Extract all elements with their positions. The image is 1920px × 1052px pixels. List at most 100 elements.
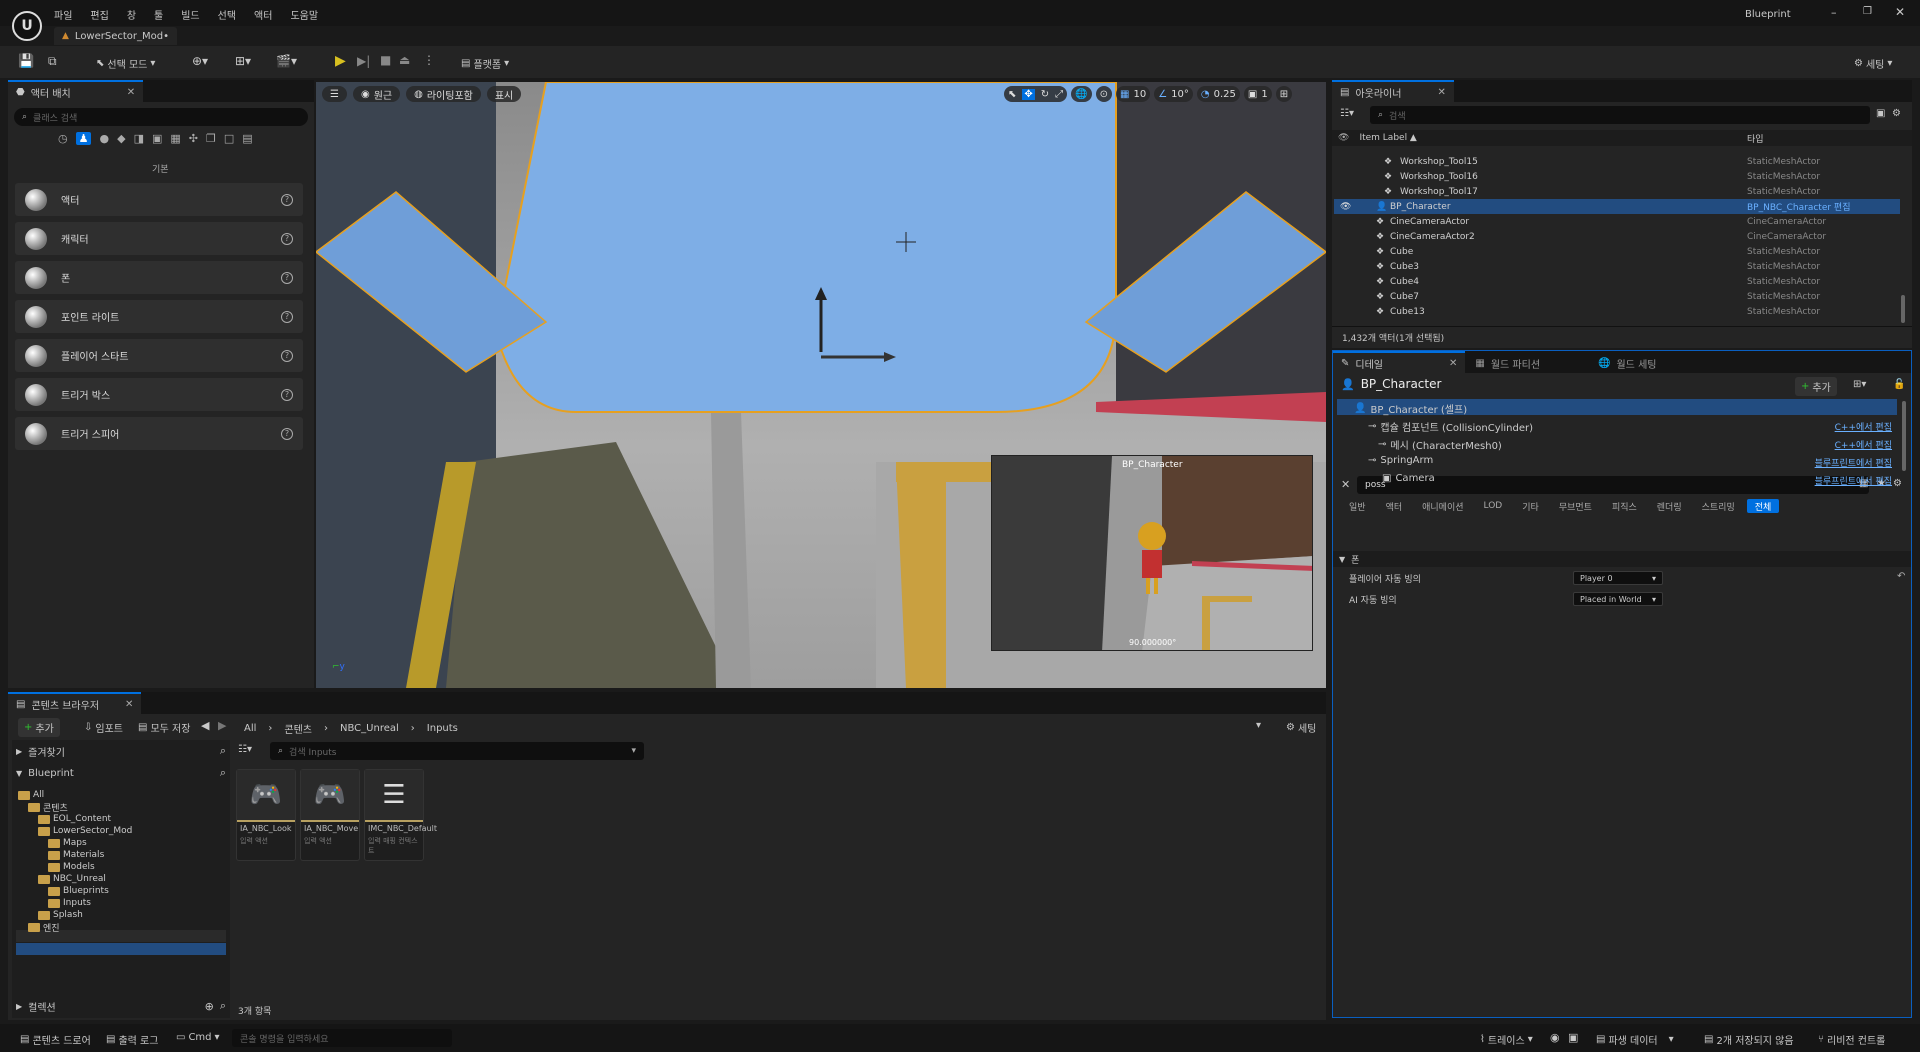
outliner-row[interactable]: 👁 ❖ CineCameraActor2 CineCameraActor — [1334, 229, 1900, 244]
folder-tree-item[interactable]: Models — [48, 861, 95, 873]
add-component-button[interactable]: + 추가 — [1795, 377, 1837, 396]
place-item-trigger-sphere[interactable]: 트리거 스피어? — [15, 417, 303, 450]
save-all-button[interactable]: ▤ 모두 저장 — [132, 718, 196, 737]
history-forward-icon[interactable]: ▶ — [218, 719, 226, 732]
folder-tree-item[interactable]: Splash — [38, 909, 83, 921]
outliner-row[interactable]: 👁 ❖ Workshop_Tool15 StaticMeshActor — [1334, 154, 1900, 169]
lights-icon[interactable]: ● — [99, 132, 109, 145]
auto-possess-player-dropdown[interactable]: Player 0 ▾ — [1573, 571, 1663, 585]
add-folder-icon[interactable]: ▣ — [1876, 108, 1885, 119]
edit-component-link[interactable]: 블루프린트에서 편집 — [1815, 456, 1892, 469]
visibility-icon[interactable]: 👁 — [1340, 247, 1351, 257]
camera-speed-button[interactable]: ▣ 1 — [1243, 86, 1272, 102]
place-item-player-start[interactable]: 플레이어 스타트? — [15, 339, 303, 372]
console-input[interactable]: 콘솔 명령을 입력하세요 — [232, 1029, 452, 1047]
menu-actor[interactable]: 액터 — [254, 7, 272, 22]
cat-actor[interactable]: 액터 — [1378, 499, 1411, 513]
outliner-row[interactable]: 👁 ❖ Cube7 StaticMeshActor — [1334, 289, 1900, 304]
pawn-section-header[interactable]: ▼ 폰 — [1333, 551, 1911, 567]
filter-icon[interactable]: ☷▾ — [1340, 108, 1354, 119]
play-button[interactable]: ▶ — [335, 53, 346, 69]
help-icon[interactable]: ? — [281, 349, 293, 362]
geometry-icon[interactable]: ✣ — [189, 132, 198, 145]
folder-tree-item[interactable]: 엔진 — [28, 921, 60, 934]
outliner-row[interactable]: 👁 ❖ CineCameraActor CineCameraActor — [1334, 214, 1900, 229]
col-item-label[interactable]: Item Label ▲ — [1359, 133, 1416, 143]
derived-data-dropdown[interactable]: ▤ 파생 데이터 ▾ — [1590, 1030, 1680, 1049]
visibility-icon[interactable]: 👁 — [1340, 292, 1351, 302]
cmd-dropdown[interactable]: ▭ Cmd ▾ — [170, 1030, 226, 1045]
screenshot-icon[interactable]: ▣ — [1568, 1031, 1578, 1044]
cat-animation[interactable]: 애니메이션 — [1414, 499, 1471, 513]
box-icon[interactable]: □ — [224, 132, 234, 145]
cat-streaming[interactable]: 스트리밍 — [1694, 499, 1743, 513]
blueprint-icon[interactable]: ⊞▾ — [235, 54, 251, 68]
rotation-snap-button[interactable]: ∠ 10° — [1154, 86, 1193, 102]
component-row[interactable]: ⊸ SpringArm — [1368, 455, 1433, 466]
transform-tools[interactable]: ⬉ ✥ ↻ ⤢ — [1004, 86, 1068, 102]
visibility-icon[interactable]: 👁 — [1340, 157, 1351, 167]
gear-icon[interactable]: ⚙ — [1892, 108, 1901, 119]
asset-tile[interactable]: 🎮 IA_NBC_Move 입력 액션 — [300, 769, 360, 861]
outliner-row[interactable]: 👁 ❖ Workshop_Tool17 StaticMeshActor — [1334, 184, 1900, 199]
level-viewport[interactable]: ☰ ◉ 원근 ◍ 라이팅포함 표시 ⬉ ✥ ↻ ⤢ 🌐 ⊙ ▦ 10 ∠ 10° ◔ 0.25 … — [316, 82, 1326, 688]
outliner-row[interactable]: 👁 ❖ Cube StaticMeshActor — [1334, 244, 1900, 259]
close-icon[interactable]: ✕ — [125, 699, 133, 710]
tab-world-settings[interactable]: 🌐 월드 세팅 — [1590, 351, 1665, 373]
folder-tree-item[interactable]: Maps — [48, 837, 87, 849]
place-item-point-light[interactable]: 포인트 라이트? — [15, 300, 303, 333]
outliner-row[interactable]: 👁 👤 BP_Character BP_NBC_Character 편집 — [1334, 199, 1900, 214]
save-icon[interactable]: 💾 — [18, 54, 34, 69]
blueprint-options-icon[interactable]: ⊞▾ — [1853, 379, 1866, 390]
visibility-icon[interactable]: 👁 — [1340, 277, 1351, 287]
more-icon[interactable]: ▤ — [242, 132, 252, 145]
outliner-search-input[interactable]: ⌕ 검색 — [1370, 106, 1870, 124]
reset-to-default-icon[interactable]: ↶ — [1897, 571, 1905, 582]
visual-effects-icon[interactable]: ▣ — [152, 132, 162, 145]
trace-dropdown[interactable]: ⌇ 트레이스 ▾ — [1474, 1030, 1539, 1049]
folder-tree-item[interactable]: LowerSector_Mod — [38, 825, 132, 837]
cat-movement[interactable]: 무브먼트 — [1551, 499, 1600, 513]
basic-category-icon[interactable]: ♟ — [75, 132, 92, 145]
all-classes-icon[interactable]: ❐ — [206, 132, 216, 145]
add-collection-icon[interactable]: ⊕ — [205, 1000, 214, 1013]
filter-icon[interactable]: ☷▾ — [238, 744, 252, 755]
folder-tree-item[interactable]: Materials — [48, 849, 104, 861]
lock-icon[interactable]: 🔓 — [1893, 379, 1905, 390]
folder-tree-item[interactable]: EOL_Content — [38, 813, 111, 825]
rotate-tool-icon[interactable]: ↻ — [1041, 89, 1049, 100]
close-window-button[interactable]: ✕ — [1895, 5, 1905, 19]
visibility-icon[interactable]: 👁 — [1338, 133, 1349, 143]
visibility-icon[interactable]: 👁 — [1340, 187, 1351, 197]
folder-tree-item[interactable]: Inputs — [48, 897, 91, 909]
tab-place-actors[interactable]: ⬣ 액터 배치 ✕ — [8, 80, 144, 102]
component-row[interactable]: 👤 BP_Character (셀프) — [1354, 401, 1467, 416]
cinematic-icon[interactable]: ◨ — [134, 132, 144, 145]
menu-edit[interactable]: 편집 — [90, 7, 108, 22]
place-item-pawn[interactable]: 폰? — [15, 261, 303, 294]
cat-physics[interactable]: 피직스 — [1604, 499, 1645, 513]
outliner-row[interactable]: 👁 ❖ Cube3 StaticMeshActor — [1334, 259, 1900, 274]
edit-component-link[interactable]: 블루프린트에서 편집 — [1815, 474, 1892, 487]
help-icon[interactable]: ? — [281, 427, 293, 440]
visibility-icon[interactable]: 👁 — [1340, 262, 1351, 272]
menu-help[interactable]: 도움말 — [290, 7, 318, 22]
edit-component-link[interactable]: C++에서 편집 — [1835, 438, 1892, 451]
maximize-button[interactable]: ❐ — [1863, 6, 1872, 17]
help-icon[interactable]: ? — [281, 310, 293, 323]
scale-tool-icon[interactable]: ⤢ — [1055, 89, 1063, 100]
visibility-icon[interactable]: 👁 — [1340, 172, 1351, 182]
viewport-menu-button[interactable]: ☰ — [322, 86, 347, 102]
gear-icon[interactable]: ⚙ — [1893, 478, 1902, 489]
cat-all[interactable]: 전체 — [1746, 499, 1780, 513]
breadcrumb-dropdown-icon[interactable]: ▾ — [1256, 720, 1261, 731]
volumes-icon[interactable]: ▦ — [170, 132, 180, 145]
settings-dropdown[interactable]: ⚙ 세팅 ▾ — [1848, 54, 1898, 73]
folder-tree-item[interactable]: Blueprints — [48, 885, 109, 897]
close-icon[interactable]: ✕ — [127, 87, 135, 98]
col-type[interactable]: 타입 — [1747, 132, 1764, 145]
move-tool-icon[interactable]: ✥ — [1022, 88, 1035, 100]
outliner-row[interactable]: 👁 ❖ Cube4 StaticMeshActor — [1334, 274, 1900, 289]
layout-button[interactable]: ⊞ — [1275, 86, 1293, 102]
cinematics-icon[interactable]: 🎬▾ — [276, 54, 297, 68]
